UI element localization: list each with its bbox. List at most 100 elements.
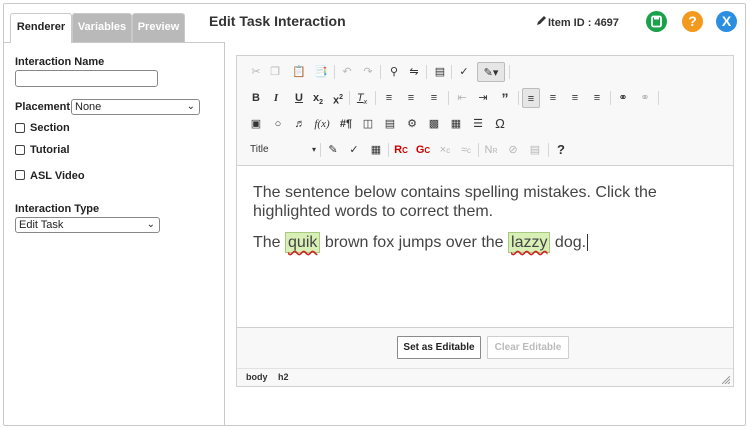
placement-select[interactable]: None ⌄ [71,99,200,115]
table-icon[interactable]: ▦ [447,114,465,134]
save-icon [651,15,662,28]
interaction-name-input[interactable] [15,70,158,87]
underline-icon[interactable]: U [290,88,308,108]
toolbar-separator [375,91,376,105]
copy-icon[interactable]: ❐ [266,62,284,82]
placement-label: Placement [15,101,71,113]
toolbar-row-4: Title ▾ ✎ ✓ ▦ RC GC ×c ≈c NR ⊘ ▤ ? [245,140,725,160]
set-as-editable-button[interactable]: Set as Editable [397,336,481,359]
replace-icon[interactable]: ⇋ [405,62,423,82]
image-icon[interactable]: ▣ [247,114,265,134]
redo-icon[interactable]: ↷ [359,62,377,82]
clear-correction-icon[interactable]: ×c [436,140,454,160]
tutorial-checkbox[interactable] [15,145,25,155]
highlight-icon[interactable]: ✎ [324,140,342,160]
save-button[interactable] [646,11,667,32]
indent-icon[interactable]: ⇥ [474,88,492,108]
frame-icon[interactable]: ◫ [359,114,377,134]
toolbar-separator [548,143,549,157]
document-icon[interactable]: ▤ [526,140,544,160]
audio-icon[interactable]: ♬ [291,114,309,134]
tab-variables[interactable]: Variables [72,13,132,42]
panel-divider [224,42,225,426]
text-cursor: ​ [587,234,589,251]
blockquote-icon[interactable]: ” [496,88,514,108]
spellcheck-icon[interactable]: ✓ [455,62,473,82]
bold-icon[interactable]: B [247,88,265,108]
block-icon[interactable]: ⊘ [504,140,522,160]
numbered-list-icon[interactable]: ≡ [380,88,398,108]
cut-icon[interactable]: ✂ [247,62,265,82]
rc-icon[interactable]: RC [392,140,410,160]
toolbar-separator [610,91,611,105]
horizontal-line-icon[interactable]: ☰ [469,114,487,134]
paste-options-icon[interactable]: ✎▾ [477,62,505,82]
link-icon[interactable]: ⚭ [614,88,632,108]
sentence-text: brown fox jumps over the [320,234,509,251]
tutorial-label: Tutorial [30,144,70,156]
paste-icon[interactable]: 📋 [290,62,308,82]
highlighted-word-quik[interactable]: quik [285,232,321,253]
settings-icon[interactable]: ⚙ [403,114,421,134]
style-combo[interactable]: Title ▾ [250,140,316,160]
section-label: Section [30,122,70,134]
form-icon[interactable]: ▤ [381,114,399,134]
item-id-text: Item ID : 4697 [548,17,619,29]
formula-icon[interactable]: f(x) [313,114,331,134]
highlighted-word-lazzy[interactable]: lazzy [508,232,551,253]
toolbar-separator [509,65,510,79]
toolbar-separator [478,143,479,157]
help-icon[interactable]: ? [552,140,570,160]
align-center-icon[interactable]: ≡ [544,88,562,108]
paste-text-icon[interactable]: 📑 [312,62,330,82]
item-id: Item ID : 4697 [536,15,619,29]
undo-icon[interactable]: ↶ [338,62,356,82]
yes-no-icon[interactable]: ✓ [345,140,363,160]
close-button[interactable]: X [716,11,737,32]
close-icon: X [721,13,732,29]
help-icon: ? [688,13,697,29]
superscript-icon[interactable]: x2 [329,88,347,108]
resize-grip-icon[interactable] [722,376,730,384]
rich-text-editor: ✂ ❐ 📋 📑 ↶ ↷ ⚲ ⇋ ▤ ✓ ✎▾ B I U x2 x2 Tx ≡ … [236,55,734,387]
gc-icon[interactable]: GC [414,140,432,160]
multilevel-list-icon[interactable]: ≡ [425,88,443,108]
toolbar-separator [388,143,389,157]
media-icon[interactable]: ▩ [425,114,443,134]
align-left-icon[interactable]: ≡ [522,88,540,108]
clear-all-icon[interactable]: ≈c [457,140,475,160]
toolbar-separator [448,91,449,105]
globe-icon[interactable]: ○ [269,114,287,134]
nr-icon[interactable]: NR [482,140,500,160]
section-checkbox[interactable] [15,123,25,133]
editor-content[interactable]: The sentence below contains spelling mis… [253,183,723,253]
clear-editable-button[interactable]: Clear Editable [487,336,569,359]
toolbar-separator [320,143,321,157]
toolbar-row-3: ▣ ○ ♬ f(x) #¶ ◫ ▤ ⚙ ▩ ▦ ☰ Ω [245,114,725,134]
interaction-type-value: Edit Task [19,219,64,231]
template-icon[interactable]: ▤ [431,62,449,82]
asl-video-checkbox[interactable] [15,170,25,180]
align-right-icon[interactable]: ≡ [566,88,584,108]
interaction-type-select[interactable]: Edit Task ⌄ [15,217,160,233]
anchor-icon[interactable]: #¶ [337,114,355,134]
unlink-icon[interactable]: ⚭ [636,88,654,108]
calculator-icon[interactable]: ▦ [367,140,385,160]
path-h2[interactable]: h2 [278,372,289,382]
toolbar-separator [518,91,519,105]
path-body[interactable]: body [246,372,268,382]
chevron-down-icon: ⌄ [186,101,195,112]
tab-renderer[interactable]: Renderer [10,13,72,43]
outdent-icon[interactable]: ⇤ [453,88,471,108]
align-justify-icon[interactable]: ≡ [588,88,606,108]
find-icon[interactable]: ⚲ [385,62,403,82]
bulleted-list-icon[interactable]: ≡ [402,88,420,108]
subscript-icon[interactable]: x2 [309,88,327,108]
remove-format-icon[interactable]: Tx [353,88,371,108]
help-button[interactable]: ? [682,11,703,32]
italic-icon[interactable]: I [267,88,285,108]
tab-preview[interactable]: Preview [132,13,185,42]
special-char-icon[interactable]: Ω [491,114,509,134]
style-combo-value: Title [250,144,269,155]
toolbar-separator [349,91,350,105]
